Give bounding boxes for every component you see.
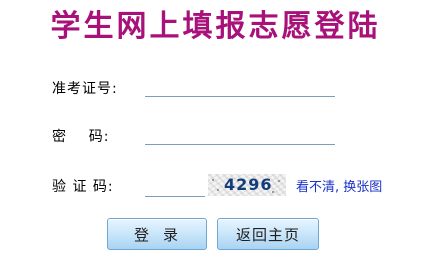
username-field[interactable] [145,78,335,97]
page-title: 学生网上填报志愿登陆 [50,9,381,44]
username-label: 准考证号: [52,81,118,97]
password-field[interactable] [145,126,335,145]
back-home-button[interactable]: 返回主页 [217,218,319,250]
captcha-noise [278,180,280,182]
refresh-captcha-link[interactable]: 看不清, 换张图 [296,180,382,196]
captcha-field[interactable] [145,178,205,197]
password-label: 密 码: [52,129,110,145]
captcha-noise [217,189,219,191]
captcha-noise [212,179,214,181]
captcha-code: 4296 [224,175,273,194]
captcha-image[interactable]: 4296 [208,174,286,196]
captcha-label: 验 证 码: [52,179,114,195]
login-button[interactable]: 登录 [107,218,207,250]
